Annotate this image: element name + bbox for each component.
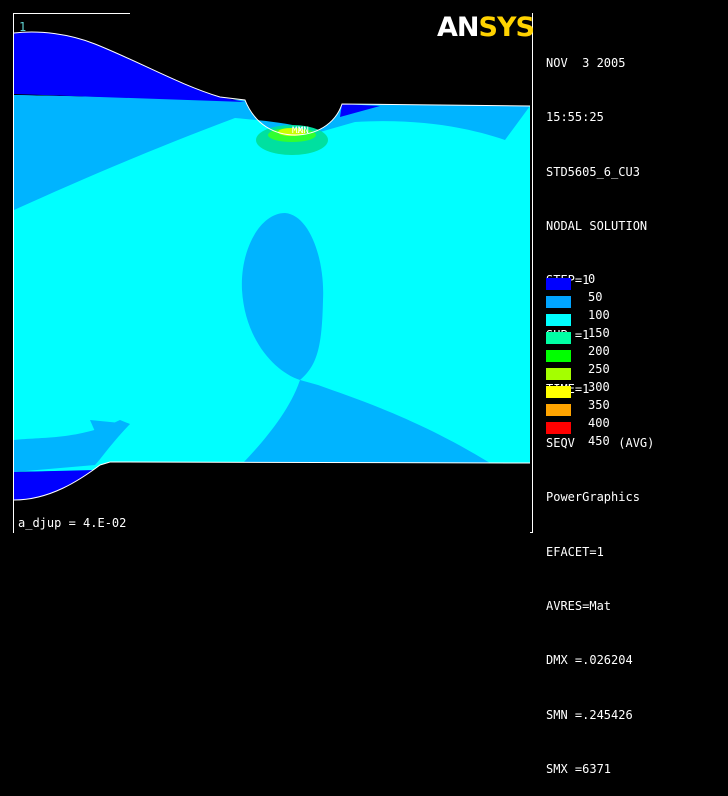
info-date: NOV 3 2005 — [546, 56, 626, 71]
legend-swatch — [546, 422, 571, 434]
contour-region-0-top-left — [14, 32, 245, 102]
info-smx: SMX =6371 — [546, 761, 612, 776]
logo-part-1: AN — [437, 12, 479, 43]
legend-label: 100 — [588, 308, 610, 322]
window-number: 1 — [19, 20, 27, 34]
legend-swatch — [546, 314, 571, 326]
legend-label: 250 — [588, 362, 610, 376]
legend-swatch — [546, 332, 571, 344]
legend-label: 150 — [588, 326, 610, 340]
info-graphics-mode: PowerGraphics — [546, 490, 640, 505]
info-solution-type: NODAL SOLUTION — [546, 219, 648, 234]
legend-label: 0 — [588, 272, 596, 286]
min-marker: MN — [298, 126, 309, 136]
legend-swatch — [546, 278, 571, 290]
legend-swatch — [546, 350, 571, 362]
plot-caption: a_djup = 4.E-02 — [18, 516, 127, 530]
legend-label: 50 — [588, 290, 603, 304]
legend-label: 450 — [588, 434, 610, 448]
info-time: 15:55:25 — [546, 110, 604, 125]
ansys-logo: ANSYS — [437, 12, 535, 43]
legend-label: 300 — [588, 380, 610, 394]
info-dmx: DMX =.026204 — [546, 653, 633, 668]
legend-swatch — [546, 368, 571, 380]
legend-label: 350 — [588, 398, 610, 412]
info-jobname: STD5605_6_CU3 — [546, 164, 640, 179]
legend-swatch — [546, 386, 571, 398]
info-avres: AVRES=Mat — [546, 599, 612, 613]
legend-label: 400 — [588, 416, 610, 430]
info-efacet: EFACET=1 — [546, 544, 604, 559]
legend-swatch — [546, 404, 571, 416]
legend-swatch — [546, 296, 571, 308]
legend-label: 200 — [588, 344, 610, 358]
logo-part-2: SYS — [478, 12, 535, 43]
info-smn: SMN =.245426 — [546, 707, 633, 722]
